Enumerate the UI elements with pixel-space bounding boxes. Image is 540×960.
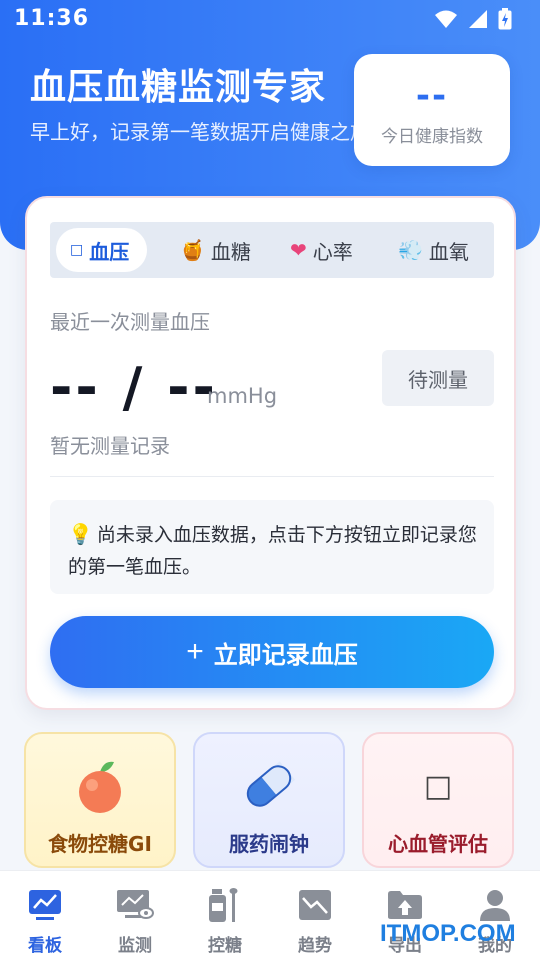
tip-text: 尚未录入血压数据，点击下方按钮立即记录您的第一笔血压。	[68, 524, 477, 578]
feature-label: 服药闹钟	[229, 832, 309, 856]
nav-label: 监测	[118, 936, 152, 956]
divider	[50, 476, 494, 477]
nav-dashboard[interactable]: 看板	[0, 885, 90, 956]
watermark: ITMOP.COM	[380, 920, 516, 947]
feature-food-gi[interactable]: 食物控糖GI	[24, 732, 176, 868]
user-icon	[450, 885, 540, 925]
health-index-value: --	[415, 76, 449, 116]
nav-monitor[interactable]: 监测	[90, 885, 180, 956]
no-record-text: 暂无测量记录	[50, 434, 170, 458]
feature-label: 食物控糖GI	[48, 832, 152, 856]
monitor-icon	[90, 885, 180, 925]
heart-icon: ❤	[290, 238, 307, 262]
feature-medication-alarm[interactable]: 服药闹钟	[193, 732, 345, 868]
tip-box: 💡 尚未录入血压数据，点击下方按钮立即记录您的第一笔血压。	[50, 500, 494, 594]
signal-icon	[469, 10, 487, 28]
plus-icon: +	[186, 635, 204, 668]
dashboard-icon	[0, 885, 90, 925]
greeting-text: 早上好，记录第一笔数据开启健康之旅	[30, 120, 360, 144]
wifi-icon	[435, 10, 457, 28]
tab-blood-pressure[interactable]: □ 血压	[56, 228, 148, 272]
nav-label: 趋势	[298, 936, 332, 956]
app-title: 血压血糖监测专家	[30, 67, 327, 108]
nav-trend[interactable]: 趋势	[270, 885, 360, 956]
status-icons	[434, 8, 512, 30]
health-index-label: 今日健康指数	[381, 127, 483, 147]
nav-sugar-control[interactable]: 控糖	[180, 885, 270, 956]
feature-cardio-assessment[interactable]: □ 心血管评估	[362, 732, 514, 868]
feature-label: 心血管评估	[388, 832, 488, 856]
record-blood-pressure-button[interactable]: + 立即记录血压	[50, 616, 494, 688]
tab-blood-oxygen[interactable]: 💨 血氧	[398, 228, 469, 272]
apple-icon	[26, 758, 174, 814]
cardio-icon: □	[364, 758, 512, 814]
measurement-card: □ 血压 🍯 血糖 ❤ 心率 💨 血氧 最近一次测量血压 -- / -- mmH…	[25, 196, 516, 710]
status-bar: 11:36	[0, 0, 540, 38]
latest-measurement-label: 最近一次测量血压	[50, 310, 210, 334]
nav-label: 看板	[28, 936, 62, 956]
status-time: 11:36	[14, 6, 90, 31]
record-button-label: 立即记录血压	[213, 641, 358, 669]
trend-icon	[270, 885, 360, 925]
health-index-card[interactable]: -- 今日健康指数	[354, 54, 510, 166]
battery-icon	[498, 8, 512, 30]
pending-measurement-button[interactable]: 待测量	[382, 350, 494, 406]
blood-pressure-value: -- / --	[50, 356, 218, 419]
nav-label: 控糖	[208, 936, 242, 956]
sugar-icon	[180, 885, 270, 925]
blood-pressure-unit: mmHg	[207, 384, 278, 408]
tab-label: 心率	[312, 239, 353, 264]
missing-glyph-icon: □	[423, 768, 453, 804]
wind-icon: 💨	[398, 238, 423, 262]
tab-label: 血糖	[210, 239, 251, 264]
metric-tabs: □ 血压 🍯 血糖 ❤ 心率 💨 血氧	[50, 222, 494, 278]
pill-icon	[195, 758, 343, 814]
lightbulb-icon: 💡	[68, 522, 93, 546]
tab-label: 血氧	[428, 239, 469, 264]
tab-blood-sugar[interactable]: 🍯 血糖	[180, 228, 251, 272]
blood-pressure-icon: □	[70, 242, 84, 258]
tab-label: 血压	[89, 239, 130, 264]
honey-jar-icon: 🍯	[180, 238, 205, 262]
tab-heart-rate[interactable]: ❤ 心率	[290, 228, 353, 272]
export-icon	[360, 885, 450, 925]
